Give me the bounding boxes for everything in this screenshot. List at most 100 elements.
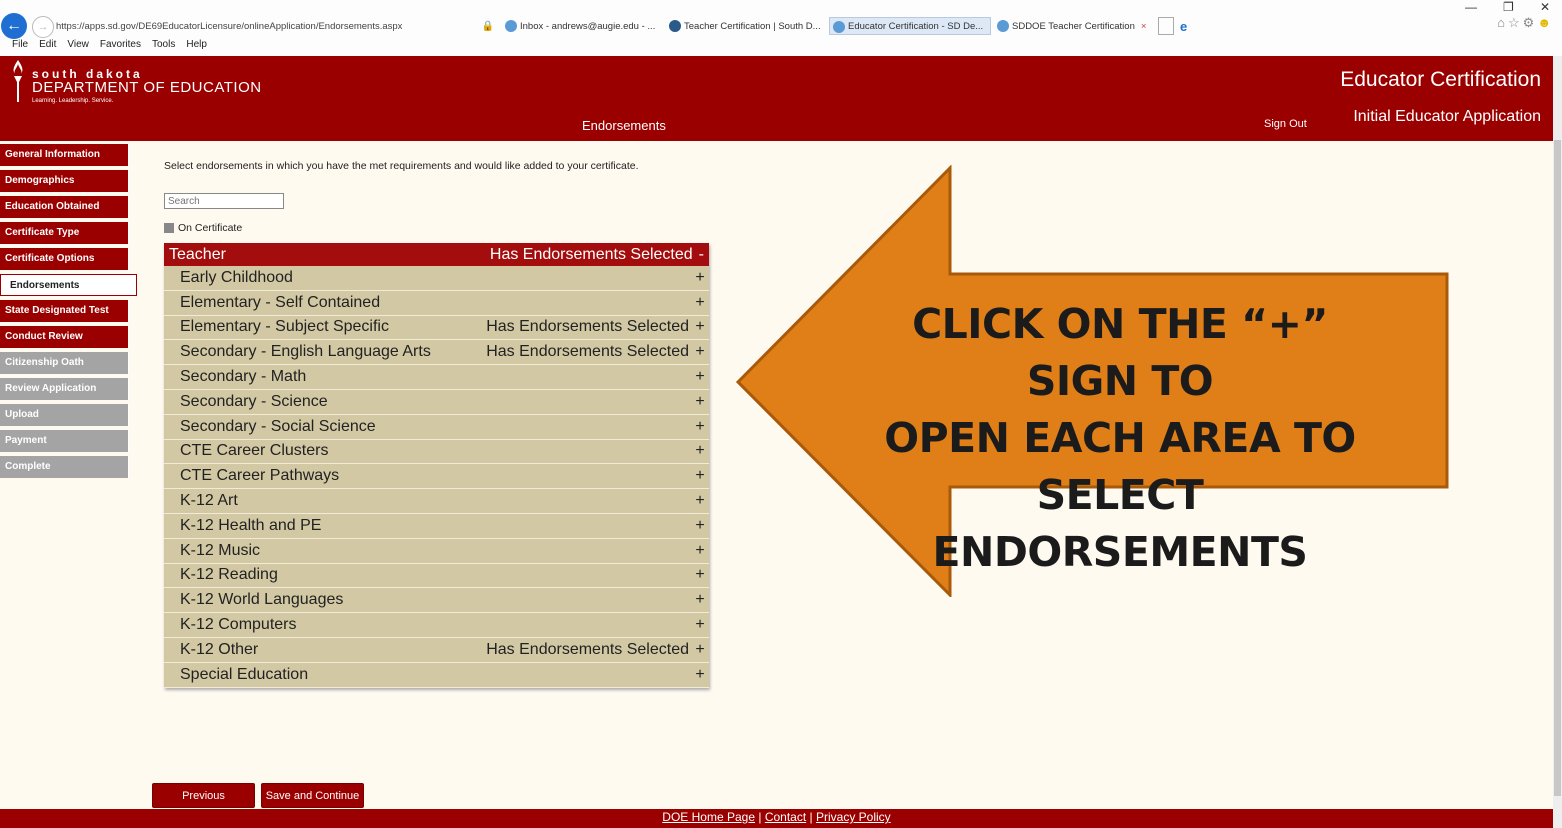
endorsement-label: Elementary - Subject Specific xyxy=(180,318,389,336)
expand-plus-icon[interactable]: + xyxy=(695,318,705,336)
sidebar-item-payment[interactable]: Payment xyxy=(0,430,129,452)
sidebar-nav: General Information Demographics Education… xyxy=(0,144,140,482)
expand-plus-icon[interactable]: + xyxy=(695,616,705,634)
expand-plus-icon[interactable]: + xyxy=(695,393,705,411)
category-label: Teacher xyxy=(169,245,226,263)
expand-plus-icon[interactable]: + xyxy=(695,591,705,609)
endorsement-status: Has Endorsements Selected xyxy=(486,640,689,658)
category-header-teacher[interactable]: Teacher Has Endorsements Selected - xyxy=(164,243,709,266)
expand-plus-icon[interactable]: + xyxy=(695,343,705,361)
browser-tab[interactable]: Inbox - andrews@augie.edu - ... xyxy=(502,17,660,35)
privacy-policy-link[interactable]: Privacy Policy xyxy=(816,810,891,824)
menu-file[interactable]: File xyxy=(12,39,28,55)
endorsement-row[interactable]: K-12 Other Has Endorsements Selected + xyxy=(164,637,709,663)
endorsement-label: Secondary - English Language Arts xyxy=(180,343,431,361)
menu-edit[interactable]: Edit xyxy=(39,39,56,55)
expand-plus-icon[interactable]: + xyxy=(695,418,705,436)
endorsement-row[interactable]: K-12 Art + xyxy=(164,489,709,514)
expand-plus-icon[interactable]: + xyxy=(695,666,705,684)
endorsement-row[interactable]: K-12 World Languages + xyxy=(164,588,709,614)
sidebar-item-review-application[interactable]: Review Application xyxy=(0,378,129,400)
expand-plus-icon[interactable]: + xyxy=(695,269,705,287)
previous-button[interactable]: Previous xyxy=(152,783,255,808)
endorsement-row[interactable]: K-12 Music + xyxy=(164,538,709,564)
minimize-icon[interactable]: — xyxy=(1465,0,1477,14)
address-bar[interactable]: https://apps.sd.gov/DE69EducatorLicensur… xyxy=(56,17,498,35)
endorsement-row[interactable]: Secondary - Science + xyxy=(164,389,709,415)
gear-icon[interactable]: ⚙ xyxy=(1523,15,1538,30)
sidebar-item-state-designated-test[interactable]: State Designated Test xyxy=(0,300,129,322)
sidebar-item-demographics[interactable]: Demographics xyxy=(0,170,129,192)
endorsement-row[interactable]: CTE Career Clusters + xyxy=(164,439,709,465)
expand-plus-icon[interactable]: + xyxy=(695,368,705,386)
sidebar-item-general-information[interactable]: General Information xyxy=(0,144,129,166)
endorsement-row[interactable]: K-12 Health and PE + xyxy=(164,513,709,539)
sidebar-item-conduct-review[interactable]: Conduct Review xyxy=(0,326,129,348)
sidebar-item-complete[interactable]: Complete xyxy=(0,456,129,478)
expand-plus-icon[interactable]: + xyxy=(695,542,705,560)
star-icon[interactable]: ☆ xyxy=(1508,15,1523,30)
endorsement-row[interactable]: Elementary - Subject Specific Has Endorse… xyxy=(164,315,709,341)
sidebar-item-certificate-type[interactable]: Certificate Type xyxy=(0,222,129,244)
menu-help[interactable]: Help xyxy=(186,39,207,55)
endorsement-row[interactable]: K-12 Reading + xyxy=(164,563,709,589)
toolbar-icons[interactable]: ⌂☆⚙☻ xyxy=(1497,15,1554,31)
footer-separator: | xyxy=(809,810,813,824)
expand-plus-icon[interactable]: + xyxy=(695,492,705,510)
sidebar-item-endorsements[interactable]: Endorsements xyxy=(0,274,137,296)
menu-tools[interactable]: Tools xyxy=(152,39,175,55)
endorsement-label: Secondary - Social Science xyxy=(180,417,376,435)
endorsement-row[interactable]: CTE Career Pathways + xyxy=(164,464,709,490)
close-tab-icon[interactable]: × xyxy=(1141,21,1147,32)
scrollbar-thumb[interactable] xyxy=(1554,140,1561,796)
back-arrow-icon[interactable]: ← xyxy=(1,13,27,39)
home-icon[interactable]: ⌂ xyxy=(1497,15,1508,30)
menu-favorites[interactable]: Favorites xyxy=(100,39,141,55)
endorsement-row[interactable]: Secondary - English Language Arts Has End… xyxy=(164,340,709,366)
endorsement-label: K-12 Computers xyxy=(180,616,297,634)
save-and-continue-button[interactable]: Save and Continue xyxy=(261,783,364,808)
restore-icon[interactable]: ❐ xyxy=(1503,0,1514,14)
expand-plus-icon[interactable]: + xyxy=(695,467,705,485)
endorsement-row[interactable]: Elementary - Self Contained + xyxy=(164,290,709,316)
endorsement-row[interactable]: Secondary - Math + xyxy=(164,365,709,390)
sidebar-item-citizenship-oath[interactable]: Citizenship Oath xyxy=(0,352,129,374)
forward-arrow-icon[interactable]: → xyxy=(32,16,54,38)
doe-home-link[interactable]: DOE Home Page xyxy=(662,810,755,824)
endorsement-status: Has Endorsements Selected xyxy=(486,318,689,336)
endorsement-row[interactable]: Secondary - Social Science + xyxy=(164,414,709,440)
endorsement-row[interactable]: Early Childhood + xyxy=(164,266,709,291)
endorsement-list: Teacher Has Endorsements Selected - Earl… xyxy=(164,243,709,688)
close-icon[interactable]: ✕ xyxy=(1540,0,1550,14)
expand-plus-icon[interactable]: + xyxy=(695,566,705,584)
search-input[interactable] xyxy=(164,193,284,209)
menu-bar: File Edit View Favorites Tools Help xyxy=(0,39,207,55)
endorsement-label: Early Childhood xyxy=(180,268,293,286)
category-status: Has Endorsements Selected xyxy=(489,245,693,263)
smiley-icon[interactable]: ☻ xyxy=(1537,15,1554,30)
browser-tab[interactable]: SDDOE Teacher Certification × xyxy=(994,17,1154,35)
sidebar-item-upload[interactable]: Upload xyxy=(0,404,129,426)
endorsement-row[interactable]: Special Education + xyxy=(164,662,709,688)
menu-view[interactable]: View xyxy=(67,39,89,55)
endorsement-label: K-12 Health and PE xyxy=(180,516,322,534)
expand-plus-icon[interactable]: + xyxy=(695,442,705,460)
collapse-toggle[interactable]: - xyxy=(699,246,704,264)
expand-plus-icon[interactable]: + xyxy=(695,517,705,535)
contact-link[interactable]: Contact xyxy=(765,810,806,824)
tab-label: SDDOE Teacher Certification xyxy=(1012,20,1135,32)
edge-icon[interactable]: e xyxy=(1180,17,1198,35)
expand-plus-icon[interactable]: + xyxy=(695,641,705,659)
browser-tab-active[interactable]: Educator Certification - SD De... xyxy=(829,17,991,35)
expand-plus-icon[interactable]: + xyxy=(695,294,705,312)
endorsement-rows: Early Childhood + Elementary - Self Contai… xyxy=(164,266,709,688)
sign-out-link[interactable]: Sign Out xyxy=(1264,118,1307,130)
page-scrollbar[interactable] xyxy=(1553,56,1562,828)
on-certificate-legend: On Certificate xyxy=(164,222,242,234)
endorsement-row[interactable]: K-12 Computers + xyxy=(164,613,709,638)
browser-tab[interactable]: Teacher Certification | South D... xyxy=(666,17,826,35)
new-tab-button[interactable] xyxy=(1158,17,1174,35)
sidebar-item-education-obtained[interactable]: Education Obtained xyxy=(0,196,129,218)
sidebar-item-certificate-options[interactable]: Certificate Options xyxy=(0,248,129,270)
callout-text: CLICK ON THE “+” SIGN TO OPEN EACH AREA … xyxy=(850,296,1390,581)
